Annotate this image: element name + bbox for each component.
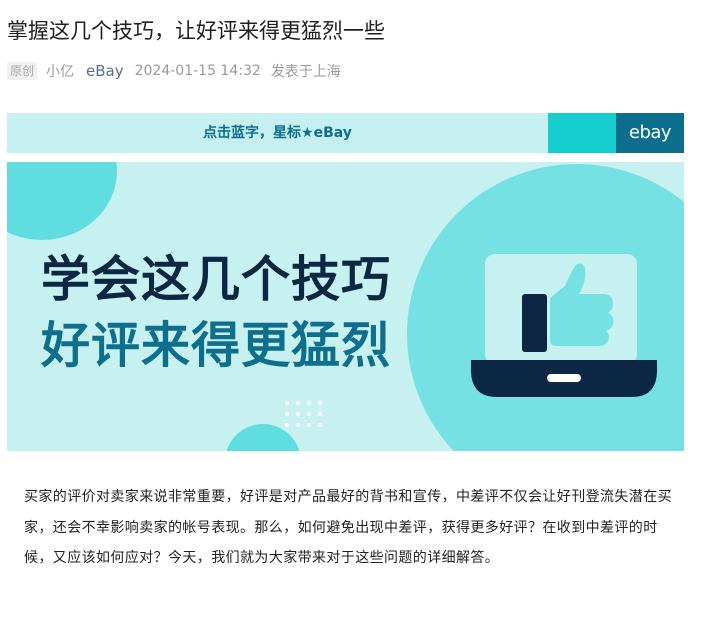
publish-date: 2024-01-15 14:32 <box>134 63 261 79</box>
thumbs-up-laptop-icon <box>471 254 657 397</box>
ebay-logo: ebay <box>616 113 684 153</box>
article-meta: 原创 小亿 eBay 2024-01-15 14:32 发表于上海 <box>7 60 697 82</box>
banner-headline: 学会这几个技巧 <box>41 251 392 308</box>
original-tag: 原创 <box>7 62 38 80</box>
follow-text: 点击蓝字，星标★eBay <box>203 125 352 141</box>
follow-accent-block <box>548 113 616 153</box>
account-link[interactable]: eBay <box>86 62 124 80</box>
article-title: 掌握这几个技巧，让好评来得更猛烈一些 <box>7 19 385 43</box>
dots-decoration <box>285 401 322 427</box>
decor-circle <box>7 162 117 240</box>
author-name: 小亿 <box>46 64 75 80</box>
banner-subheadline: 好评来得更猛烈 <box>41 317 392 374</box>
follow-banner[interactable]: 点击蓝字，星标★eBay ebay <box>7 113 684 153</box>
article-paragraph: 买家的评价对卖家来说非常重要，好评是对产品最好的背书和宣传，中差评不仅会让好刊登… <box>24 489 672 566</box>
publish-location: 发表于上海 <box>270 64 341 80</box>
hero-banner: 学会这几个技巧 好评来得更猛烈 <box>7 162 684 451</box>
